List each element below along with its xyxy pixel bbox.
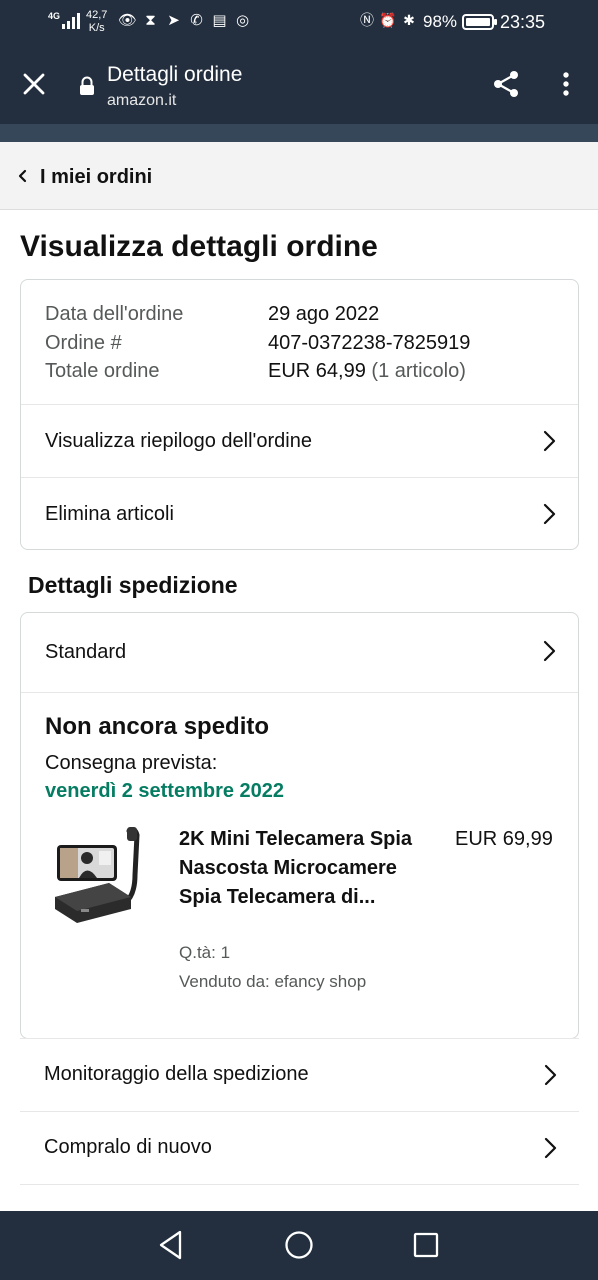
shipment-card: Standard Non ancora spedito Consegna pre… xyxy=(20,612,579,1039)
system-icons: Ⓝ ⏰ ✱ xyxy=(358,11,418,30)
track-shipment-label: Monitoraggio della spedizione xyxy=(44,1063,309,1085)
system-navigation-bar xyxy=(0,1211,598,1280)
alarm-icon: ⏰ xyxy=(379,12,397,28)
order-date-label: Data dell'ordine xyxy=(45,303,184,325)
breadcrumb-label[interactable]: I miei ordini xyxy=(40,165,152,189)
notification-icons: 👁 ⧗ ➤ ✆ ▤ ◎ xyxy=(118,11,252,30)
next-row-partial xyxy=(20,1184,579,1212)
share-icon[interactable] xyxy=(490,68,522,100)
track-shipment-link[interactable]: Monitoraggio della spedizione xyxy=(20,1038,579,1111)
hourglass-icon: ⧗ xyxy=(145,12,156,29)
product-seller: Venduto da: efancy shop xyxy=(179,972,367,991)
recent-apps-icon[interactable] xyxy=(412,1231,440,1259)
whatsapp-icon: ✆ xyxy=(190,12,203,29)
order-total-items: (1 articolo) xyxy=(371,360,466,382)
shipment-status: Non ancora spedito xyxy=(45,713,270,740)
header-stripe xyxy=(0,124,598,142)
shipping-section-title: Dettagli spedizione xyxy=(28,572,238,598)
lock-icon xyxy=(80,76,94,95)
chevron-left-icon xyxy=(18,169,27,183)
chevron-right-icon xyxy=(543,430,556,452)
remove-items-label: Elimina articoli xyxy=(45,503,174,525)
order-info: Data dell'ordine 29 ago 2022 Ordine # 40… xyxy=(45,300,470,386)
speed-unit: K/s xyxy=(88,22,105,34)
more-icon[interactable] xyxy=(555,70,577,98)
chevron-right-icon xyxy=(543,503,556,525)
order-total-value: EUR 64,99 xyxy=(268,360,366,382)
status-bar: 4G 42,7 K/s 👁 ⧗ ➤ ✆ ▤ ◎ Ⓝ ⏰ ✱ 98% 23:35 xyxy=(0,0,598,46)
order-number-value: 407-0372238-7825919 xyxy=(268,331,471,354)
order-date-value: 29 ago 2022 xyxy=(268,303,380,325)
instagram-icon: ◎ xyxy=(235,12,250,29)
product-image[interactable] xyxy=(51,825,151,933)
product-name[interactable]: 2K Mini Telecamera Spia Nascosta Microca… xyxy=(179,825,414,912)
shipping-method: Standard xyxy=(45,641,127,663)
remove-items-link[interactable]: Elimina articoli xyxy=(21,477,578,550)
chevron-right-icon xyxy=(544,1137,557,1159)
page-domain: amazon.it xyxy=(107,92,177,109)
chevron-right-icon xyxy=(544,1064,557,1086)
calendar-icon: ▤ xyxy=(212,12,227,29)
buy-again-label: Compralo di nuovo xyxy=(44,1136,212,1158)
network-type: 4G xyxy=(48,11,61,21)
order-date-row: Data dell'ordine 29 ago 2022 xyxy=(45,300,470,329)
order-total-row: Totale ordine EUR 64,99 (1 articolo) xyxy=(45,357,470,386)
buy-again-link[interactable]: Compralo di nuovo xyxy=(20,1111,579,1184)
home-icon[interactable] xyxy=(284,1230,314,1260)
shipping-method-row[interactable]: Standard xyxy=(21,613,578,693)
battery-icon xyxy=(462,14,497,30)
order-number-label: Ordine # xyxy=(45,331,122,354)
product-price: EUR 69,99 xyxy=(455,828,553,850)
view-order-summary-label: Visualizza riepilogo dell'ordine xyxy=(45,430,312,452)
chevron-right-icon xyxy=(543,640,556,662)
delivery-date: venerdì 2 settembre 2022 xyxy=(45,780,285,802)
speed-value: 42,7 xyxy=(86,9,108,21)
signal-icon xyxy=(62,13,80,29)
page-title: Visualizza dettagli ordine xyxy=(20,230,378,263)
view-order-summary-link[interactable]: Visualizza riepilogo dell'ordine xyxy=(21,404,578,477)
order-number-row: Ordine # 407-0372238-7825919 xyxy=(45,329,470,358)
battery-percentage: 98% xyxy=(423,12,458,31)
network-speed: 42,7 K/s xyxy=(86,9,107,35)
breadcrumb[interactable]: I miei ordini xyxy=(0,142,598,210)
clock: 23:35 xyxy=(500,12,546,32)
back-icon[interactable] xyxy=(156,1229,186,1261)
telegram-icon: ➤ xyxy=(167,12,180,29)
eye-icon: 👁 xyxy=(118,12,138,29)
nfc-icon: Ⓝ xyxy=(360,12,374,28)
page-title-bar: Dettagli ordine xyxy=(107,63,243,86)
close-icon[interactable] xyxy=(20,70,48,98)
order-summary-card: Data dell'ordine 29 ago 2022 Ordine # 40… xyxy=(20,279,579,550)
product-quantity: Q.tà: 1 xyxy=(179,943,231,962)
delivery-label: Consegna prevista: xyxy=(45,752,218,774)
bluetooth-icon: ✱ xyxy=(403,12,415,28)
order-total: EUR 64,99 (1 articolo) xyxy=(268,357,466,386)
order-total-label: Totale ordine xyxy=(45,360,160,382)
browser-toolbar: Dettagli ordine amazon.it xyxy=(0,46,598,124)
